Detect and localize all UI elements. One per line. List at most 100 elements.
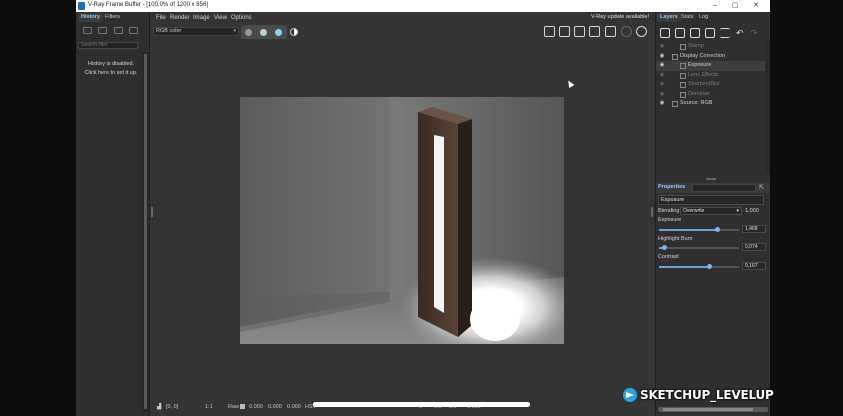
value-r: 0.000	[249, 404, 263, 410]
load-layers-icon[interactable]	[705, 28, 715, 38]
highlight-burn-slider-knob[interactable]	[662, 245, 668, 250]
eye-icon[interactable]: ◉	[658, 99, 666, 109]
properties-splitter[interactable]	[706, 178, 716, 180]
save-layers-icon[interactable]	[690, 28, 700, 38]
panel-scroll-thumb[interactable]	[663, 408, 753, 411]
layer-row[interactable]: ◉ Denoiser	[656, 90, 765, 100]
eye-icon[interactable]: ◉	[658, 42, 666, 52]
tool-icon[interactable]: ▟	[157, 404, 161, 410]
history-save-icon[interactable]	[83, 27, 92, 34]
render-scene-image	[240, 97, 564, 344]
maximize-button[interactable]: ▢	[730, 1, 740, 11]
layer-label: Stamp	[688, 43, 704, 49]
history-disabled-message[interactable]: History is disabled. Click here to set i…	[76, 60, 146, 78]
filter-search-input[interactable]: Search filter	[78, 42, 138, 49]
channel-select[interactable]: RGB color ▾	[153, 27, 239, 36]
layer-type-icon	[680, 72, 686, 79]
blending-mode-select[interactable]: Overwrite ▾	[680, 207, 742, 215]
create-layer-icon[interactable]	[660, 28, 670, 38]
history-scrollbar[interactable]	[143, 52, 148, 412]
layer-name-field[interactable]: Exposure	[658, 195, 764, 205]
layer-label: Lens Effects	[688, 71, 719, 78]
layers-panel: Layers Stats Log ↶ ↷ ◉ Stamp ◉ Display Corr…	[655, 12, 770, 416]
track-mouse-icon[interactable]	[589, 26, 600, 37]
redo-icon[interactable]: ↷	[750, 28, 760, 38]
delete-layer-icon[interactable]	[675, 28, 685, 38]
highlight-burn-slider[interactable]	[659, 245, 739, 250]
menu-view[interactable]: View	[214, 13, 227, 23]
layer-row[interactable]: ◉ Stamp	[656, 42, 765, 52]
green-channel-icon[interactable]	[260, 29, 267, 36]
color-swatch	[240, 404, 245, 409]
zoom-level[interactable]: 1:1	[205, 404, 213, 410]
save-image-icon[interactable]	[544, 26, 555, 37]
menu-file[interactable]: File	[156, 13, 166, 23]
eye-icon[interactable]: ◉	[658, 80, 666, 90]
value-g: 0.000	[268, 404, 282, 410]
layer-row[interactable]: ◉ Display Correction	[656, 52, 765, 62]
layers-scrollbar[interactable]	[766, 42, 770, 172]
history-scroll-thumb[interactable]	[144, 54, 147, 409]
telegram-icon	[623, 388, 637, 402]
tab-stats[interactable]: Stats	[678, 13, 697, 22]
tab-history[interactable]: History	[78, 13, 103, 22]
interactive-render-icon[interactable]	[605, 26, 616, 37]
history-compare-icon[interactable]	[114, 27, 123, 34]
layer-row[interactable]: ◉ Source: RGB	[656, 99, 765, 109]
eye-icon[interactable]: ◉	[658, 52, 666, 62]
contrast-value-field[interactable]: 0,167	[742, 262, 766, 270]
close-button[interactable]: ✕	[751, 1, 761, 11]
blending-value[interactable]: 1,000	[745, 208, 759, 214]
vfb-window: V-Ray Frame Buffer - [100.0% of 1200 x 8…	[76, 0, 770, 416]
menu-image[interactable]: Image	[193, 13, 210, 23]
layer-list-icon[interactable]	[720, 28, 730, 38]
region-render-icon[interactable]	[574, 26, 585, 37]
history-delete-icon[interactable]	[129, 27, 138, 34]
layer-row[interactable]: ◉ Exposure	[656, 61, 765, 71]
menu-options[interactable]: Options	[231, 13, 252, 23]
menu-render[interactable]: Render	[170, 13, 190, 23]
channel-buttons-group	[241, 25, 287, 39]
paper-plane-icon	[626, 392, 634, 398]
red-channel-icon[interactable]	[245, 29, 252, 36]
layer-row[interactable]: ◉ Lens Effects	[656, 71, 765, 81]
layer-label: Exposure	[688, 62, 712, 68]
highlight-burn-value-field[interactable]: 0,074	[742, 243, 766, 251]
exposure-value-field[interactable]: 1,468	[742, 225, 766, 233]
exposure-slider-knob[interactable]	[714, 227, 720, 232]
video-progress-overlay	[313, 402, 530, 407]
history-load-icon[interactable]	[98, 27, 107, 34]
eye-icon[interactable]: ◉	[658, 61, 666, 71]
watermark-text: SKETCHUP_LEVELUP	[640, 388, 774, 402]
tab-log[interactable]: Log	[696, 13, 711, 22]
value-b: 0.000	[287, 404, 301, 410]
history-message-line2[interactable]: Click here to set it up.	[76, 69, 146, 78]
highlight-burn-label: Highlight Burn	[658, 236, 693, 242]
minimize-button[interactable]: –	[710, 1, 720, 11]
save-all-icon[interactable]	[559, 26, 570, 37]
left-splitter-handle[interactable]	[151, 207, 153, 217]
layer-type-icon	[680, 44, 686, 50]
window-title: V-Ray Frame Buffer - [100.0% of 1200 x 8…	[88, 2, 208, 8]
properties-pin-icon[interactable]: ⇱	[759, 184, 764, 191]
contrast-slider-knob[interactable]	[706, 264, 712, 269]
exposure-slider[interactable]	[659, 227, 739, 232]
properties-search[interactable]	[692, 184, 756, 192]
mono-mode-icon[interactable]	[290, 28, 298, 36]
tab-filters[interactable]: Filters	[102, 13, 123, 22]
layer-type-icon	[680, 63, 686, 69]
panel-scrollbar-horizontal[interactable]	[658, 407, 768, 412]
vray-app-icon	[78, 2, 85, 10]
exposure-slider-fill	[659, 229, 718, 231]
eye-icon[interactable]: ◉	[658, 71, 666, 81]
undo-icon[interactable]: ↶	[736, 28, 746, 38]
render-canvas[interactable]	[240, 97, 564, 344]
eye-icon[interactable]: ◉	[658, 90, 666, 100]
stop-render-icon[interactable]	[621, 26, 632, 37]
contrast-slider[interactable]	[659, 264, 739, 269]
blue-channel-icon[interactable]	[275, 29, 282, 36]
right-splitter-handle[interactable]	[651, 207, 653, 217]
render-teapot-icon[interactable]	[636, 26, 647, 37]
layer-row[interactable]: ◉ Sharpen/Blur	[656, 80, 765, 90]
update-available-link[interactable]: V-Ray update available!	[591, 14, 649, 20]
